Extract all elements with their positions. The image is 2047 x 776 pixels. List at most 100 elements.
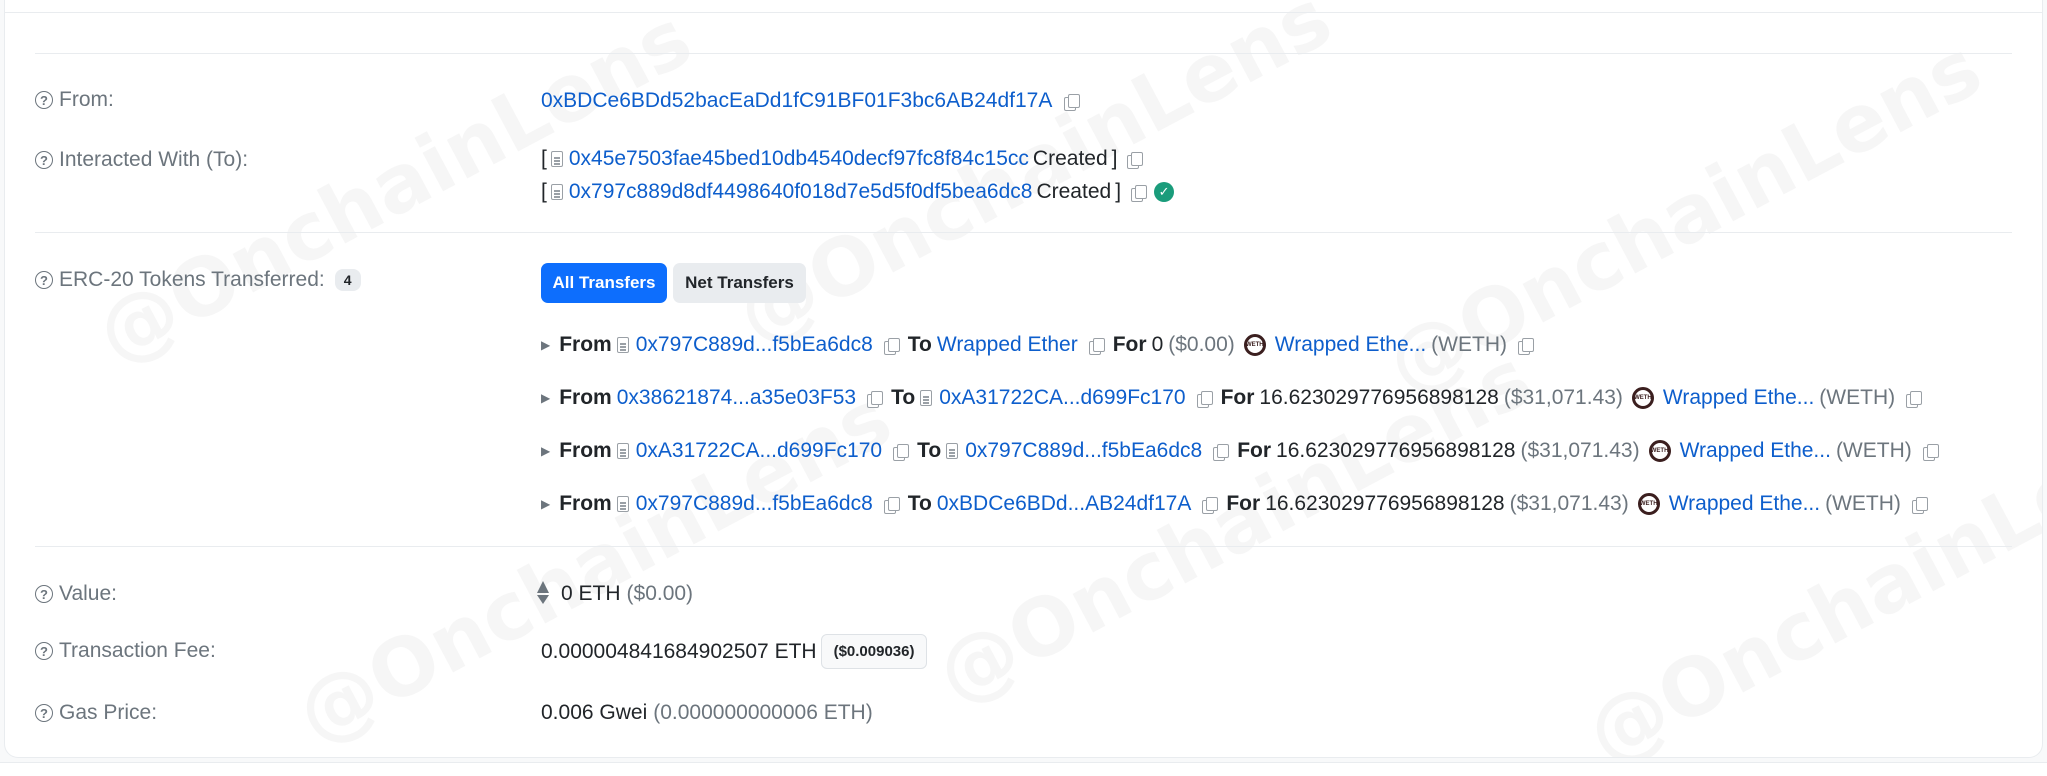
expand-caret-icon[interactable]: ▶	[541, 391, 550, 405]
to-address-link[interactable]: 0xA31722CA...d699Fc170	[939, 386, 1185, 410]
copy-icon[interactable]	[883, 337, 900, 355]
expand-caret-icon[interactable]: ▶	[541, 338, 550, 352]
token-symbol: (WETH)	[1835, 439, 1912, 462]
transfer-row: ▶ From 0x38621874...a35e03F53 To 0xA31722CA.…	[541, 386, 1923, 410]
transfer-count-badge: 4	[334, 269, 361, 291]
token-name-link[interactable]: Wrapped Ethe...	[1275, 333, 1426, 357]
transaction-fee-label: ? Transaction Fee:	[35, 639, 216, 663]
from-address-link[interactable]: 0x38621874...a35e03F53	[617, 386, 856, 410]
to-address-link[interactable]: 0x797C889d...f5bEa6dc8	[965, 439, 1202, 463]
for-keyword: For	[1226, 492, 1261, 515]
to-keyword: To	[907, 333, 932, 356]
transfer-row: ▶ From 0x797C889d...f5bEa6dc8 To 0xBDCe6BDd.…	[541, 492, 1928, 516]
weth-token-icon: WETH	[1648, 440, 1671, 462]
transaction-details-card: @OnchainLens @OnchainLens @OnchainLens @…	[4, 0, 2043, 758]
contract-icon	[550, 184, 563, 200]
for-keyword: For	[1237, 439, 1272, 462]
token-name-link[interactable]: Wrapped Ethe...	[1663, 386, 1814, 410]
copy-icon[interactable]	[1196, 390, 1213, 408]
expand-caret-icon[interactable]: ▶	[541, 497, 550, 511]
token-amount: 16.623029776956898128	[1265, 492, 1505, 515]
to-keyword: To	[917, 439, 942, 462]
from-keyword: From	[559, 492, 612, 515]
help-icon[interactable]: ?	[35, 271, 53, 289]
token-amount: 16.623029776956898128	[1276, 439, 1516, 462]
token-symbol: (WETH)	[1825, 492, 1901, 515]
created-label: Created	[1032, 147, 1108, 170]
transfer-row: ▶ From 0x797C889d...f5bEa6dc8 To Wrapped Eth…	[541, 333, 1534, 357]
token-amount: 0	[1151, 333, 1164, 356]
watermark: @OnchainLens	[282, 371, 906, 757]
weth-token-icon: WETH	[1637, 493, 1660, 515]
all-transfers-button[interactable]: All Transfers	[541, 263, 667, 303]
contract-icon	[920, 390, 933, 406]
copy-icon[interactable]	[1517, 337, 1534, 355]
copy-icon[interactable]	[1922, 443, 1939, 461]
net-transfers-button[interactable]: Net Transfers	[673, 263, 806, 303]
expand-caret-icon[interactable]: ▶	[541, 444, 550, 458]
from-address-link[interactable]: 0xA31722CA...d699Fc170	[636, 439, 882, 463]
from-keyword: From	[559, 439, 612, 462]
interacted-with-entry: [ 0x797c889d8df4498640f018d7e5d5f0df5bea…	[541, 180, 1175, 204]
to-keyword: To	[891, 386, 916, 409]
to-address-link[interactable]: Wrapped Ether	[937, 333, 1078, 357]
from-address-link[interactable]: 0x797C889d...f5bEa6dc8	[636, 492, 873, 516]
from-value: 0xBDCe6BDd52bacEaDd1fC91BF01F3bc6AB24df1…	[541, 89, 1081, 113]
help-icon[interactable]: ?	[35, 151, 53, 169]
erc20-label: ? ERC-20 Tokens Transferred: 4	[35, 268, 361, 292]
token-usd-value: ($0.00)	[1168, 333, 1235, 356]
divider	[35, 546, 2012, 547]
help-icon[interactable]: ?	[35, 585, 53, 603]
created-label: Created	[1036, 180, 1112, 203]
from-address-link[interactable]: 0xBDCe6BDd52bacEaDd1fC91BF01F3bc6AB24df1…	[541, 89, 1052, 113]
token-name-link[interactable]: Wrapped Ethe...	[1680, 439, 1831, 463]
to-address-link[interactable]: 0xBDCe6BDd...AB24df17A	[937, 492, 1191, 516]
to-keyword: To	[907, 492, 932, 515]
contract-address-link[interactable]: 0x797c889d8df4498640f018d7e5d5f0df5bea6d…	[569, 180, 1033, 204]
contract-icon	[550, 151, 563, 167]
transaction-fee-value: 0.000004841684902507 ETH ($0.009036)	[541, 634, 928, 669]
token-usd-value: ($31,071.43)	[1520, 439, 1640, 462]
token-symbol: (WETH)	[1431, 333, 1507, 356]
gas-price-label: ? Gas Price:	[35, 701, 157, 725]
from-label: ? From:	[35, 88, 114, 112]
from-keyword: From	[559, 333, 612, 356]
copy-icon[interactable]	[893, 443, 910, 461]
copy-icon[interactable]	[1131, 184, 1148, 202]
for-keyword: For	[1220, 386, 1255, 409]
contract-icon	[616, 443, 629, 459]
verified-check-icon: ✓	[1154, 182, 1175, 202]
copy-icon[interactable]	[883, 496, 900, 514]
copy-icon[interactable]	[1213, 443, 1230, 461]
token-usd-value: ($31,071.43)	[1509, 492, 1629, 515]
help-icon[interactable]: ?	[35, 704, 53, 722]
copy-icon[interactable]	[1088, 337, 1105, 355]
contract-icon	[946, 443, 959, 459]
help-icon[interactable]: ?	[35, 91, 53, 109]
contract-icon	[616, 496, 629, 512]
copy-icon[interactable]	[1064, 93, 1081, 111]
gas-price-value: 0.006 Gwei (0.000000000006 ETH)	[541, 701, 873, 724]
token-name-link[interactable]: Wrapped Ethe...	[1669, 492, 1820, 516]
copy-icon[interactable]	[1906, 390, 1923, 408]
from-address-link[interactable]: 0x797C889d...f5bEa6dc8	[636, 333, 873, 357]
copy-icon[interactable]	[1911, 496, 1928, 514]
copy-icon[interactable]	[1127, 151, 1144, 169]
help-icon[interactable]: ?	[35, 642, 53, 660]
token-usd-value: ($31,071.43)	[1503, 386, 1623, 409]
interacted-with-label: ? Interacted With (To):	[35, 148, 248, 172]
divider	[5, 12, 2042, 13]
weth-token-icon: WETH	[1631, 387, 1654, 409]
value-label: ? Value:	[35, 582, 117, 606]
token-amount: 16.623029776956898128	[1259, 386, 1499, 409]
for-keyword: For	[1112, 333, 1147, 356]
token-symbol: (WETH)	[1819, 386, 1896, 409]
divider	[35, 53, 2012, 54]
transfer-row: ▶ From 0xA31722CA...d699Fc170 To 0x797C889d.…	[541, 439, 1939, 463]
weth-token-icon: WETH	[1243, 334, 1266, 356]
copy-icon[interactable]	[1202, 496, 1219, 514]
copy-icon[interactable]	[867, 390, 884, 408]
contract-address-link[interactable]: 0x45e7503fae45bed10db4540decf97fc8f84c15…	[569, 147, 1029, 171]
value-amount: 0 ETH ($0.00)	[537, 581, 694, 605]
next-section-edge	[0, 762, 2047, 776]
